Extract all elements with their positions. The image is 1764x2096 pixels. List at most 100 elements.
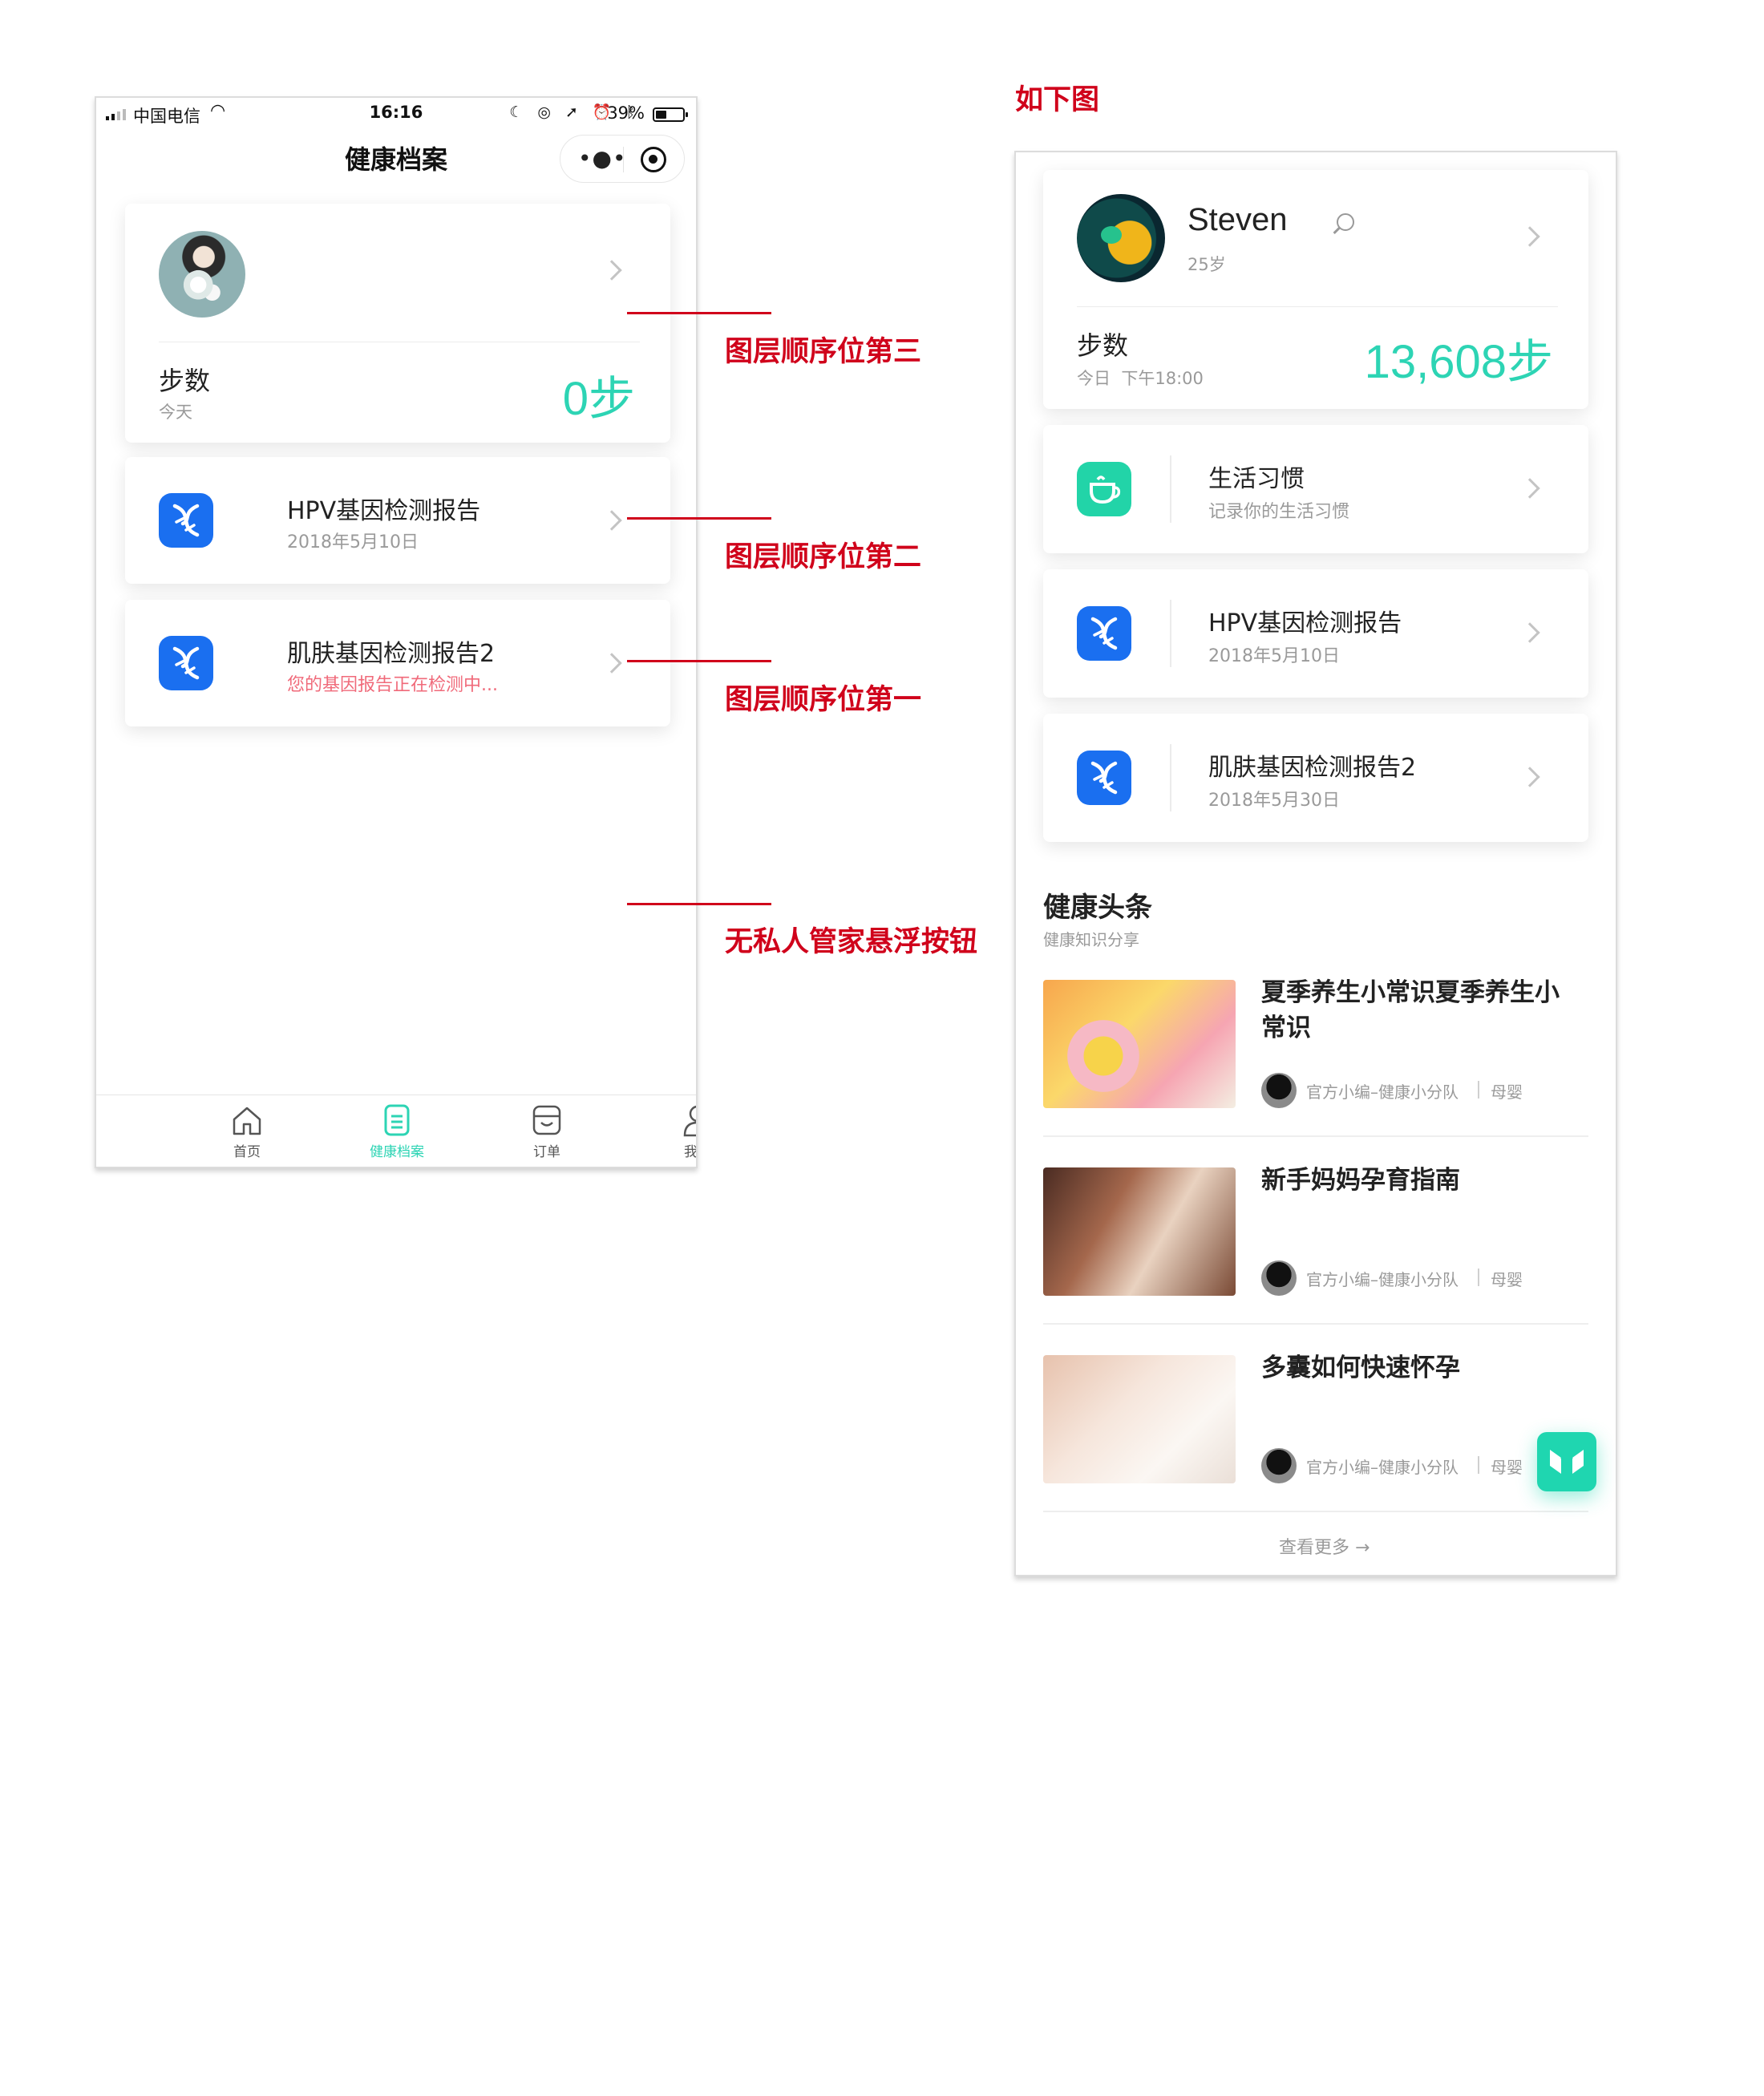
article-tag: 母婴 <box>1491 1082 1523 1102</box>
item-subtitle: 记录你的生活习惯 <box>1208 502 1350 522</box>
view-more-link[interactable]: 查看更多 → <box>1279 1533 1370 1559</box>
more-icon[interactable]: •●• <box>578 145 626 172</box>
dna-icon <box>1077 606 1131 661</box>
author-avatar <box>1261 1448 1297 1483</box>
article-author: 官方小编–健康小分队 <box>1306 1270 1459 1289</box>
annotation-layer-third: 图层顺序位第三 <box>725 336 922 368</box>
capsule-divider <box>623 147 624 172</box>
butler-floating-button[interactable] <box>1537 1432 1596 1491</box>
item-divider <box>1170 455 1171 523</box>
item-subtitle: 2018年5月10日 <box>1208 646 1340 666</box>
hpv-report-card[interactable]: HPV基因检测报告 2018年5月10日 <box>125 457 670 584</box>
skin-report-card[interactable]: 肌肤基因检测报告2 2018年5月30日 <box>1043 714 1588 842</box>
annotation-line <box>627 903 771 905</box>
user-icon <box>683 1105 696 1137</box>
steps-value: 0步 <box>562 373 635 425</box>
tab-label: 订单 <box>533 1144 560 1160</box>
tab-home[interactable]: 首页 <box>191 1102 303 1160</box>
tab-label: 健康档案 <box>370 1144 424 1160</box>
item-title: 生活习惯 <box>1208 465 1305 493</box>
article-title[interactable]: 新手妈妈孕育指南 <box>1261 1163 1582 1198</box>
tab-mine[interactable]: 我的 <box>641 1102 698 1160</box>
article-tag: 母婴 <box>1491 1270 1523 1289</box>
meta-separator <box>1478 1456 1479 1474</box>
chevron-right-icon <box>1519 478 1540 499</box>
item-divider <box>1170 744 1171 811</box>
user-name: Steven <box>1187 202 1288 237</box>
author-avatar <box>1261 1073 1297 1108</box>
annotation-line <box>627 660 771 662</box>
tab-order[interactable]: 订单 <box>491 1102 603 1160</box>
home-icon <box>233 1107 261 1135</box>
health-record-icon <box>384 1104 410 1136</box>
item-subtitle: 2018年5月30日 <box>1208 791 1340 811</box>
steps-label: 步数 <box>159 366 211 396</box>
item-title: HPV基因检测报告 <box>1208 609 1402 637</box>
annotation-line <box>627 312 771 314</box>
chevron-right-icon <box>601 510 622 531</box>
chevron-right-icon <box>1519 226 1540 247</box>
annotation-layer-second: 图层顺序位第二 <box>725 541 922 573</box>
article-thumbnail[interactable] <box>1043 1167 1236 1296</box>
item-title: HPV基因检测报告 <box>287 497 481 525</box>
item-subtitle: 您的基因报告正在检测中... <box>287 675 498 695</box>
article-author: 官方小编–健康小分队 <box>1306 1458 1459 1477</box>
article-thumbnail[interactable] <box>1043 1355 1236 1483</box>
article-thumbnail[interactable] <box>1043 980 1236 1108</box>
item-title: 肌肤基因检测报告2 <box>1208 754 1417 782</box>
item-subtitle: 2018年5月10日 <box>287 532 419 552</box>
article-divider <box>1043 1323 1588 1325</box>
profile-card[interactable]: Steven 25岁 步数 今日 下午18:00 13,608步 <box>1043 170 1588 409</box>
chevron-right-icon <box>601 653 622 674</box>
news-section-subtitle: 健康知识分享 <box>1043 930 1139 949</box>
meta-separator <box>1478 1081 1479 1099</box>
chevron-right-icon <box>1519 767 1540 787</box>
card-divider <box>1077 306 1558 307</box>
search-pin-icon <box>1337 213 1354 231</box>
chevron-right-icon <box>601 260 622 281</box>
article-divider <box>1043 1135 1588 1137</box>
avatar[interactable] <box>1077 194 1165 282</box>
life-habit-card[interactable]: 生活习惯 记录你的生活习惯 <box>1043 425 1588 553</box>
steps-date: 今日 下午18:00 <box>1077 369 1204 388</box>
article-title[interactable]: 夏季养生小常识夏季养生小常识 <box>1261 975 1582 1046</box>
dna-icon <box>159 636 213 690</box>
annotation-line <box>627 517 771 520</box>
close-target-icon[interactable] <box>641 147 666 172</box>
dna-icon <box>1077 751 1131 805</box>
item-title: 肌肤基因检测报告2 <box>287 640 496 668</box>
article-divider <box>1043 1511 1588 1512</box>
item-divider <box>1170 600 1171 667</box>
tab-bar: 首页 健康档案 订单 我的 <box>96 1095 696 1167</box>
left-phone-screen: 中国电信 ◠ 16:16 ☾ ◎ ➚ ⏰ ᛒ 39% 健康档案 •●• 步数 今… <box>95 96 698 1168</box>
status-bar: 中国电信 ◠ 16:16 ☾ ◎ ➚ ⏰ ᛒ 39% <box>96 98 696 130</box>
profile-card[interactable]: 步数 今天 0步 <box>125 204 670 443</box>
butler-icon <box>1550 1450 1584 1474</box>
battery-icon <box>653 107 688 122</box>
annotation-layer-first: 图层顺序位第一 <box>725 684 922 716</box>
order-icon <box>532 1105 561 1135</box>
dna-icon <box>159 493 213 548</box>
steps-label: 步数 <box>1077 330 1129 361</box>
steps-value: 13,608步 <box>1364 336 1553 388</box>
tab-label: 首页 <box>233 1144 261 1160</box>
battery-percent: 39% <box>607 103 645 123</box>
article-tag: 母婴 <box>1491 1458 1523 1477</box>
avatar[interactable] <box>159 231 245 318</box>
right-phone-screen: Steven 25岁 步数 今日 下午18:00 13,608步 生活习惯 记录… <box>1014 151 1617 1576</box>
author-avatar <box>1261 1260 1297 1296</box>
tab-label: 我的 <box>684 1144 698 1160</box>
as-shown-below-note: 如下图 <box>1015 84 1100 116</box>
skin-report-card[interactable]: 肌肤基因检测报告2 您的基因报告正在检测中... <box>125 600 670 726</box>
chevron-right-icon <box>1519 622 1540 643</box>
article-title[interactable]: 多囊如何快速怀孕 <box>1261 1350 1582 1386</box>
hpv-report-card[interactable]: HPV基因检测报告 2018年5月10日 <box>1043 569 1588 698</box>
news-section-title: 健康头条 <box>1043 892 1152 924</box>
cup-icon <box>1077 462 1131 516</box>
meta-separator <box>1478 1269 1479 1286</box>
user-age: 25岁 <box>1187 255 1226 274</box>
article-author: 官方小编–健康小分队 <box>1306 1082 1459 1102</box>
annotation-no-fab: 无私人管家悬浮按钮 <box>725 926 978 958</box>
steps-date: 今天 <box>159 403 192 422</box>
tab-health-record[interactable]: 健康档案 <box>341 1102 453 1160</box>
